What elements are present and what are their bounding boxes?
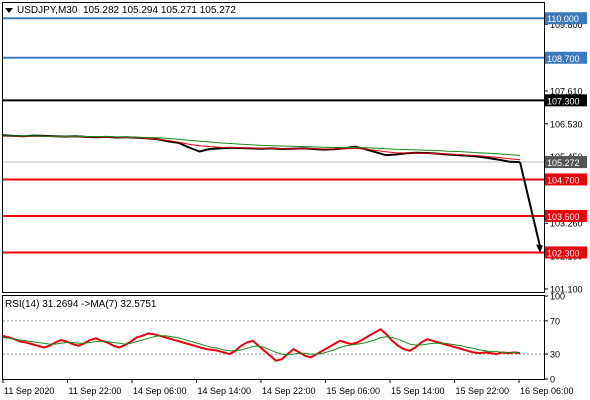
level-tag-label: 107.300 bbox=[547, 96, 580, 106]
chart-header: USDJPY,M30 105.282 105.294 105.271 105.2… bbox=[5, 5, 236, 16]
rsi-y-tick-label: 100 bbox=[550, 292, 565, 302]
rsi-y-tick-label: 70 bbox=[550, 316, 560, 326]
x-tick-label: 14 Sep 22:00 bbox=[262, 386, 316, 396]
rsi-label: RSI(14) 31.2694 ->MA(7) 32.5751 bbox=[5, 299, 157, 310]
rsi-y-tick-label: 30 bbox=[550, 350, 560, 360]
x-tick-label: 14 Sep 14:00 bbox=[198, 386, 252, 396]
x-tick-label: 15 Sep 22:00 bbox=[456, 386, 510, 396]
x-tick-label: 11 Sep 22:00 bbox=[69, 386, 122, 396]
ohlc-values: 105.282 105.294 105.271 105.272 bbox=[82, 5, 236, 16]
level-tag-label: 108.700 bbox=[547, 54, 580, 64]
level-tag-label: 103.500 bbox=[547, 212, 580, 222]
level-tag-label: 110.000 bbox=[547, 14, 579, 24]
x-tick-label: 16 Sep 06:00 bbox=[520, 386, 574, 396]
price-y-tick-label: 106.530 bbox=[550, 119, 583, 129]
current-price-label: 105.272 bbox=[547, 158, 580, 168]
x-tick-label: 14 Sep 06:00 bbox=[133, 386, 187, 396]
level-tag-label: 102.300 bbox=[547, 248, 580, 258]
x-tick-label: 15 Sep 06:00 bbox=[327, 386, 381, 396]
x-tick-label: 11 Sep 2020 bbox=[4, 386, 54, 396]
collapse-triangle-icon[interactable] bbox=[5, 7, 13, 13]
rsi-y-tick-label: 0 bbox=[550, 375, 555, 385]
level-tag-label: 104.700 bbox=[547, 175, 580, 185]
rsi-header: RSI(14) 31.2694 ->MA(7) 32.5751 bbox=[5, 299, 156, 310]
symbol-label: USDJPY,M30 bbox=[17, 5, 78, 16]
x-tick-label: 15 Sep 14:00 bbox=[391, 386, 445, 396]
chart-canvas: 109.800107.610106.530105.450104.700103.2… bbox=[2, 2, 587, 396]
